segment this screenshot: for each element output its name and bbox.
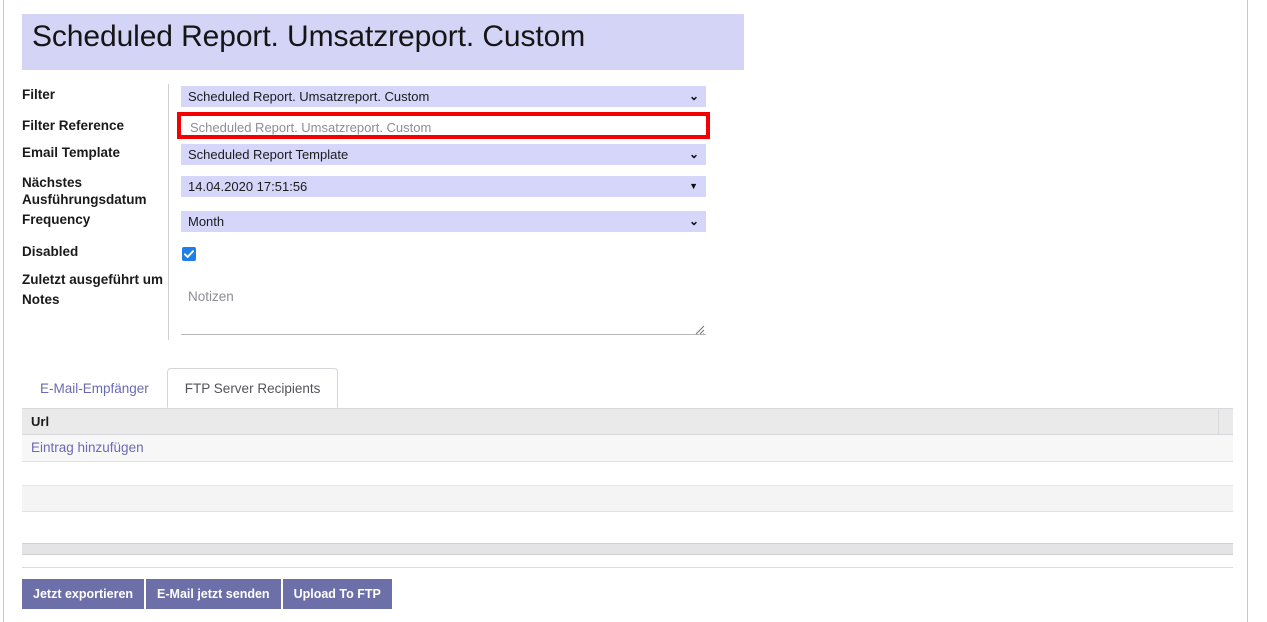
next-execution-date-value: 14.04.2020 17:51:56: [188, 179, 308, 194]
table-row: [22, 462, 1233, 486]
form-area: Filter Scheduled Report. Umsatzreport. C…: [4, 80, 1247, 360]
filter-select-value: Scheduled Report. Umsatzreport. Custom: [188, 89, 430, 104]
column-header-url: Url: [31, 414, 50, 429]
triangle-down-icon: ▼: [689, 181, 698, 191]
table-footer-band: [22, 543, 1233, 555]
form-column-divider: [168, 84, 169, 340]
label-last-executed-at: Zuletzt ausgeführt um: [22, 272, 163, 287]
label-filter-reference: Filter Reference: [22, 118, 125, 133]
label-email-template: Email Template: [22, 145, 121, 160]
next-execution-date-field[interactable]: 14.04.2020 17:51:56 ▼: [181, 176, 706, 197]
table-footer-gap: [22, 555, 1233, 568]
label-next-execution-line1: Nächstes: [22, 175, 83, 190]
disabled-checkbox[interactable]: [182, 247, 196, 261]
email-template-select-value: Scheduled Report Template: [188, 147, 349, 162]
upload-to-ftp-button[interactable]: Upload To FTP: [282, 579, 392, 609]
filter-reference-annotation-box: [177, 112, 710, 139]
label-notes: Notes: [22, 292, 60, 307]
tab-email-recipients[interactable]: E-Mail-Empfänger: [22, 368, 167, 408]
label-next-execution-line2: Ausführungsdatum: [22, 192, 147, 207]
column-divider: [1218, 409, 1219, 434]
frequency-select-value: Month: [188, 214, 225, 229]
chevron-down-icon: ⌄: [688, 214, 699, 228]
action-button-bar: Jetzt exportieren E-Mail jetzt senden Up…: [22, 579, 392, 609]
send-email-now-button[interactable]: E-Mail jetzt senden: [146, 579, 281, 609]
page-title: Scheduled Report. Umsatzreport. Custom: [32, 20, 586, 53]
notes-field-wrapper: [181, 283, 706, 338]
label-filter: Filter: [22, 87, 56, 102]
frequency-select[interactable]: Month ⌄: [181, 211, 706, 232]
filter-select[interactable]: Scheduled Report. Umsatzreport. Custom ⌄: [181, 86, 706, 107]
export-now-button[interactable]: Jetzt exportieren: [22, 579, 145, 609]
table-header-row: Url: [22, 408, 1233, 435]
table-row: [22, 512, 1233, 543]
add-entry-link[interactable]: Eintrag hinzufügen: [31, 440, 144, 455]
page-title-banner: Scheduled Report. Umsatzreport. Custom: [22, 14, 744, 70]
check-icon: [184, 250, 194, 258]
page-frame: Scheduled Report. Umsatzreport. Custom F…: [3, 0, 1248, 622]
label-next-execution-date: Nächstes Ausführungsdatum: [22, 174, 147, 208]
table-row-add-entry[interactable]: Eintrag hinzufügen: [22, 435, 1233, 462]
notes-textarea[interactable]: [181, 283, 706, 335]
tab-bar: E-Mail-Empfänger FTP Server Recipients: [22, 368, 339, 408]
chevron-down-icon: ⌄: [688, 89, 699, 103]
email-template-select[interactable]: Scheduled Report Template ⌄: [181, 144, 706, 165]
filter-reference-input[interactable]: [185, 119, 706, 136]
tab-ftp-server-recipients[interactable]: FTP Server Recipients: [166, 368, 339, 408]
table-row: [22, 486, 1233, 512]
ftp-recipients-table: Url Eintrag hinzufügen: [22, 408, 1233, 568]
label-frequency: Frequency: [22, 212, 91, 227]
label-disabled: Disabled: [22, 244, 79, 259]
chevron-down-icon: ⌄: [688, 147, 699, 161]
